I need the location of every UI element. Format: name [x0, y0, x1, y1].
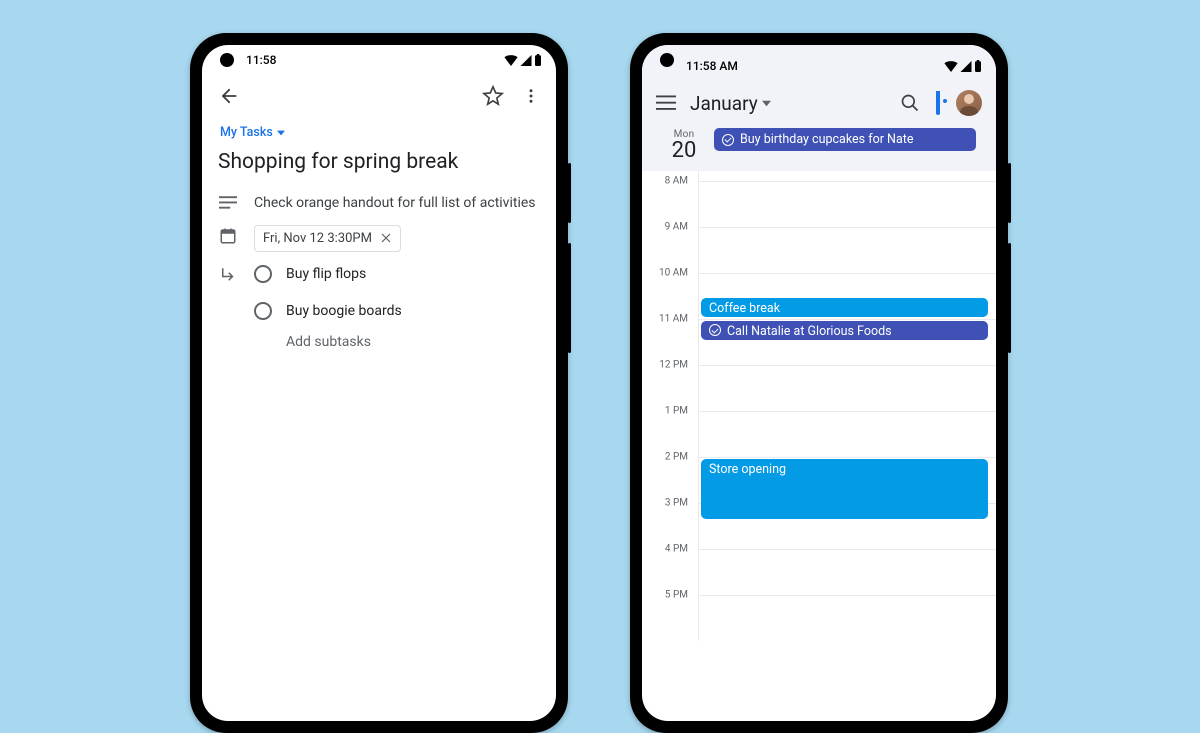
- calendar-icon: [219, 227, 237, 245]
- task-check-icon: [722, 134, 734, 146]
- star-button[interactable]: [482, 85, 504, 107]
- allday-task-chip[interactable]: Buy birthday cupcakes for Nate: [714, 128, 976, 151]
- task-date-text: Fri, Nov 12 3:30PM: [263, 231, 372, 246]
- hour-label: 11 AM: [659, 314, 688, 325]
- allday-row: Mon 20 Buy birthday cupcakes for Nate: [656, 125, 982, 171]
- task-description-text: Check orange handout for full list of ac…: [254, 194, 536, 213]
- task-titlebar: [202, 75, 556, 115]
- phone-tasks: 11:58 My Tasks: [190, 33, 568, 733]
- task-check-icon: [709, 324, 721, 336]
- star-outline-icon: [482, 85, 504, 107]
- caret-down-icon: [762, 99, 771, 108]
- hour-label: 5 PM: [665, 590, 688, 601]
- search-icon: [900, 93, 920, 113]
- cell-signal-icon: [520, 55, 532, 66]
- caret-down-icon: [277, 129, 285, 137]
- event-label: Call Natalie at Glorious Foods: [727, 324, 892, 339]
- wifi-icon: [504, 55, 518, 66]
- hour-gridline: [699, 181, 996, 182]
- hour-label: 4 PM: [665, 544, 688, 555]
- task-list-name: My Tasks: [220, 125, 273, 140]
- wifi-icon: [944, 61, 958, 72]
- event-column[interactable]: Coffee break Call Natalie at Glorious Foo…: [698, 171, 996, 641]
- task-content: My Tasks Shopping for spring break Check…: [202, 115, 556, 350]
- today-button[interactable]: [936, 94, 940, 113]
- event-label: Coffee break: [709, 301, 780, 316]
- phone-calendar: 11:58 AM January: [630, 33, 1008, 733]
- task-description-row[interactable]: Check orange handout for full list of ac…: [218, 188, 540, 219]
- status-icons: [504, 54, 542, 66]
- task-date-chip[interactable]: Fri, Nov 12 3:30PM: [254, 225, 401, 252]
- day-grid[interactable]: 8 AM 9 AM 10 AM 11 AM 12 PM 1 PM 2 PM 3 PM 4 PM 5…: [642, 171, 996, 641]
- hour-gridline: [699, 595, 996, 596]
- subtasks-header-row: Buy flip flops: [218, 258, 540, 290]
- subtask-item[interactable]: Buy boogie boards: [254, 294, 540, 328]
- task-date-row: Fri, Nov 12 3:30PM: [218, 219, 540, 258]
- tasks-screen: 11:58 My Tasks: [202, 45, 556, 721]
- back-button[interactable]: [218, 85, 240, 107]
- hour-gridline: [699, 457, 996, 458]
- task-title[interactable]: Shopping for spring break: [218, 150, 540, 174]
- battery-icon: [974, 60, 982, 72]
- day-number: 20: [656, 138, 712, 163]
- subtask-checkbox[interactable]: [254, 302, 272, 320]
- hour-label: 12 PM: [659, 360, 688, 371]
- close-icon[interactable]: [380, 232, 392, 244]
- notes-icon: [219, 196, 237, 210]
- date-column[interactable]: Mon 20: [656, 125, 712, 171]
- subtasks-list: Buy boogie boards Add subtasks: [218, 294, 540, 350]
- status-time: 11:58: [246, 53, 276, 67]
- battery-icon: [534, 54, 542, 66]
- more-vert-icon: [522, 85, 540, 107]
- hour-label: 3 PM: [665, 498, 688, 509]
- back-arrow-icon: [218, 85, 240, 107]
- month-label: January: [690, 92, 758, 115]
- hour-label: 2 PM: [665, 452, 688, 463]
- account-avatar[interactable]: [956, 90, 982, 116]
- month-dropdown[interactable]: January: [690, 92, 771, 115]
- today-icon: [936, 92, 940, 115]
- hour-gridline: [699, 273, 996, 274]
- calendar-screen: 11:58 AM January: [642, 45, 996, 721]
- calendar-event-chip[interactable]: Store opening: [701, 459, 988, 519]
- status-bar: 11:58: [202, 45, 556, 75]
- status-icons: [944, 60, 982, 72]
- hour-label: 9 AM: [665, 222, 688, 233]
- hour-label: 8 AM: [665, 176, 688, 187]
- search-button[interactable]: [900, 93, 920, 113]
- hour-label: 10 AM: [659, 268, 688, 279]
- hour-gridline: [699, 549, 996, 550]
- calendar-event-chip[interactable]: Coffee break: [701, 298, 988, 317]
- overflow-menu-button[interactable]: [522, 85, 540, 107]
- subtask-item[interactable]: Buy flip flops: [254, 265, 366, 283]
- subtask-checkbox[interactable]: [254, 265, 272, 283]
- task-list-dropdown[interactable]: My Tasks: [220, 125, 285, 140]
- subtask-label: Buy flip flops: [286, 266, 366, 282]
- allday-task-label: Buy birthday cupcakes for Nate: [740, 132, 913, 147]
- status-bar: 11:58 AM: [656, 51, 982, 81]
- hour-gridline: [699, 411, 996, 412]
- hour-gridline: [699, 319, 996, 320]
- status-time: 11:58 AM: [686, 59, 738, 73]
- event-label: Store opening: [709, 462, 786, 477]
- hour-labels-column: 8 AM 9 AM 10 AM 11 AM 12 PM 1 PM 2 PM 3 PM 4 PM 5…: [642, 171, 698, 641]
- subtask-arrow-icon: [219, 266, 237, 284]
- subtask-label: Buy boogie boards: [286, 303, 402, 319]
- hour-label: 1 PM: [665, 406, 688, 417]
- hamburger-icon: [656, 95, 676, 111]
- hour-gridline: [699, 365, 996, 366]
- add-subtask-button[interactable]: Add subtasks: [254, 334, 540, 350]
- cell-signal-icon: [960, 61, 972, 72]
- hour-gridline: [699, 227, 996, 228]
- allday-events: Buy birthday cupcakes for Nate: [712, 125, 982, 171]
- calendar-task-chip[interactable]: Call Natalie at Glorious Foods: [701, 321, 988, 340]
- menu-button[interactable]: [656, 95, 676, 111]
- calendar-header: 11:58 AM January: [642, 45, 996, 171]
- calendar-topbar: January: [656, 81, 982, 125]
